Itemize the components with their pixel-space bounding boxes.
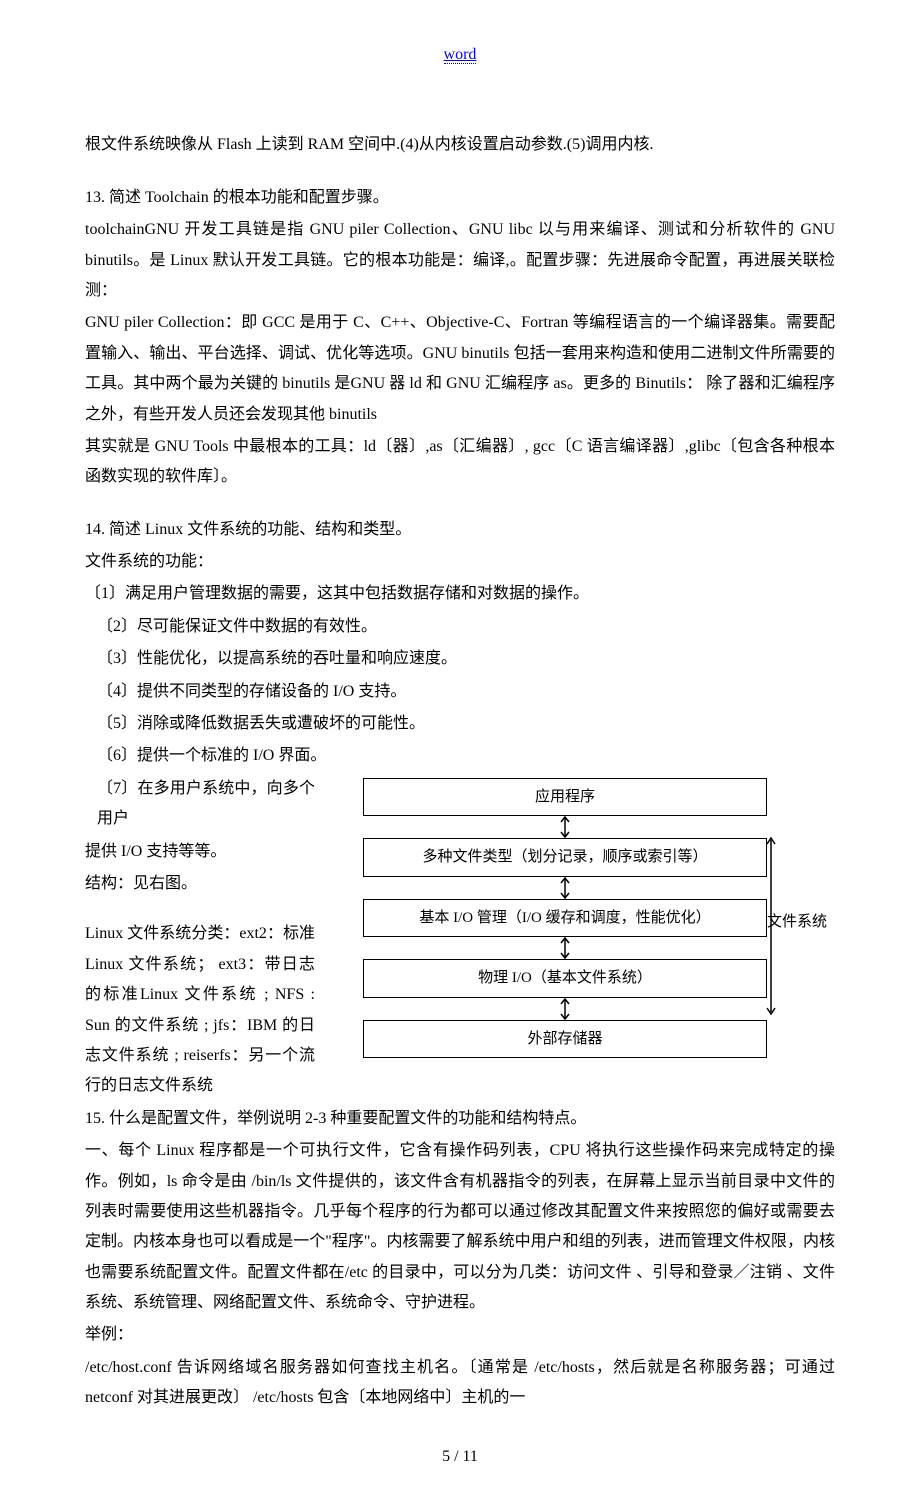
q14-f2: 〔2〕尽可能保证文件中数据的有效性。 bbox=[85, 612, 835, 642]
diagram-label: 文件系统 bbox=[767, 908, 837, 937]
arrow-icon bbox=[363, 816, 767, 838]
q14-f7b: 提供 I/O 支持等等。 bbox=[85, 837, 315, 867]
q15-title: 15. 什么是配置文件，举例说明 2-3 种重要配置文件的功能和结构特点。 bbox=[85, 1104, 835, 1134]
q14-f7a: 〔7〕在多用户系统中，向多个用户 bbox=[85, 774, 315, 835]
arrow-icon bbox=[363, 937, 767, 959]
q14-types: Linux 文件系统分类：ext2：标准Linux 文件系统； ext3：带日志… bbox=[85, 919, 315, 1101]
diagram-box-io: 基本 I/O 管理（I/O 缓存和调度，性能优化） bbox=[363, 899, 767, 938]
q13-body-c: 其实就是 GNU Tools 中最根本的工具：ld〔器〕,as〔汇编器〕, gc… bbox=[85, 432, 835, 493]
q14-f5: 〔5〕消除或降低数据丢失或遭破坏的可能性。 bbox=[85, 709, 835, 739]
q14-title: 14. 简述 Linux 文件系统的功能、结构和类型。 bbox=[85, 515, 835, 545]
q13-body-a: toolchainGNU 开发工具链是指 GNU piler Collectio… bbox=[85, 215, 835, 306]
q14-f1: 〔1〕满足用户管理数据的需要，这其中包括数据存储和对数据的操作。 bbox=[85, 579, 835, 609]
paragraph-intro: 根文件系统映像从 Flash 上读到 RAM 空间中.(4)从内核设置启动参数.… bbox=[85, 130, 835, 160]
q15-body-b: 举例： bbox=[85, 1320, 835, 1350]
arrow-icon bbox=[363, 877, 767, 899]
diagram-box-app: 应用程序 bbox=[363, 778, 767, 817]
q14-f3: 〔3〕性能优化，以提高系统的吞吐量和响应速度。 bbox=[85, 644, 835, 674]
page-number: 5 / 11 bbox=[85, 1442, 835, 1472]
diagram-box-types: 多种文件类型（划分记录，顺序或索引等） bbox=[363, 838, 767, 877]
q15-body-a: 一、每个 Linux 程序都是一个可执行文件，它含有操作码列表，CPU 将执行这… bbox=[85, 1136, 835, 1318]
q14-f6: 〔6〕提供一个标准的 I/O 界面。 bbox=[85, 741, 835, 771]
diagram-box-phys: 物理 I/O（基本文件系统） bbox=[363, 959, 767, 998]
filesystem-diagram: 应用程序 多种文件类型（划分记录，顺序或索引等） 基本 I/O 管理（I/O 缓… bbox=[323, 778, 835, 1059]
q13-title: 13. 简述 Toolchain 的根本功能和配置步骤。 bbox=[85, 183, 835, 213]
header-word: word bbox=[444, 46, 477, 64]
diagram-box-storage: 外部存储器 bbox=[363, 1020, 767, 1059]
q15-body-c: /etc/host.conf 告诉网络域名服务器如何查找主机名。〔通常是 /et… bbox=[85, 1353, 835, 1414]
q13-body-b: GNU piler Collection：即 GCC 是用于 C、C++、Obj… bbox=[85, 308, 835, 430]
q14-func: 文件系统的功能： bbox=[85, 547, 835, 577]
q14-struct: 结构：见右图。 bbox=[85, 869, 315, 899]
arrow-icon bbox=[363, 998, 767, 1020]
q14-f4: 〔4〕提供不同类型的存储设备的 I/O 支持。 bbox=[85, 677, 835, 707]
